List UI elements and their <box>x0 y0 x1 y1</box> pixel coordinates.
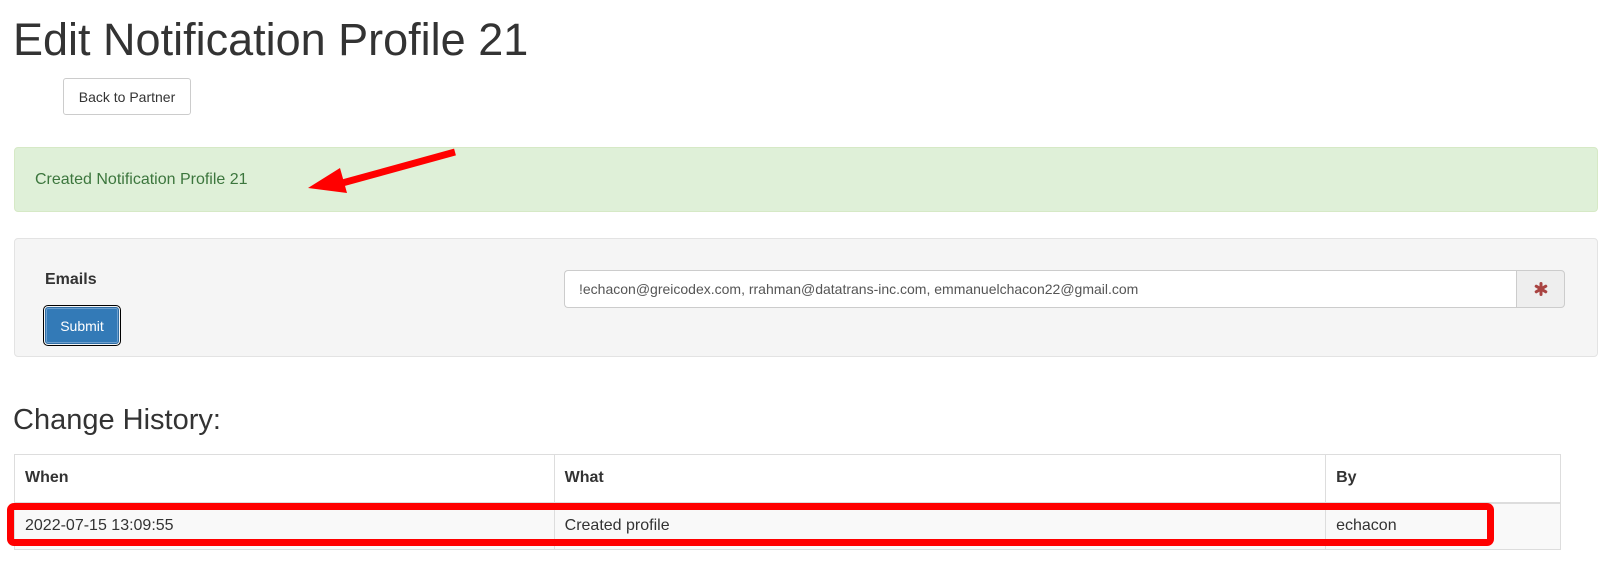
alert-message: Created Notification Profile 21 <box>35 170 248 188</box>
change-history-title: Change History: <box>13 404 221 436</box>
table-header-row: When What By <box>14 454 1561 504</box>
page-title: Edit Notification Profile 21 <box>13 14 529 65</box>
table-row: 2022-07-15 13:09:55 Created profile echa… <box>14 502 1561 550</box>
back-to-partner-button[interactable]: Back to Partner <box>63 78 191 115</box>
change-history-table: When What By 2022-07-15 13:09:55 Created… <box>14 454 1561 550</box>
emails-form: Emails Submit <box>14 238 1598 357</box>
success-alert: Created Notification Profile 21 <box>14 147 1598 212</box>
cell-what: Created profile <box>553 502 1327 550</box>
column-header-what: What <box>553 454 1327 504</box>
column-header-when: When <box>14 454 555 504</box>
submit-button[interactable]: Submit <box>43 305 121 346</box>
cell-by: echacon <box>1325 502 1561 550</box>
asterisk-icon-glyph <box>1534 282 1547 296</box>
annotation-arrow <box>308 148 456 193</box>
emails-label: Emails <box>45 271 97 288</box>
column-header-by: By <box>1325 454 1561 504</box>
asterisk-icon <box>1516 270 1565 308</box>
emails-input[interactable] <box>564 270 1516 308</box>
cell-when: 2022-07-15 13:09:55 <box>14 502 555 550</box>
emails-input-group <box>564 270 1565 308</box>
